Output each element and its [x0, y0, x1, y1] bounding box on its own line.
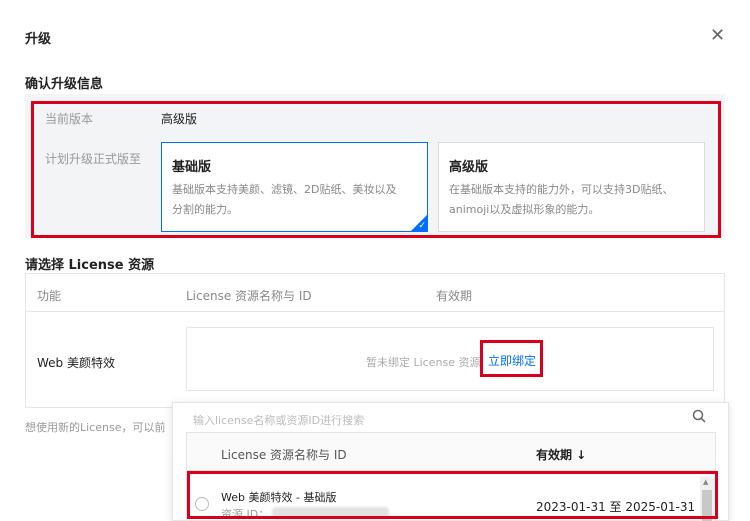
feature-cell: Web 美颜特效 — [37, 356, 115, 370]
dropdown-column-resource: License 资源名称与 ID — [221, 448, 347, 462]
column-header-validity: 有效期 — [436, 289, 473, 303]
column-header-resource: License 资源名称与 ID — [186, 289, 312, 303]
highlight-box-bind — [480, 340, 543, 377]
dialog-title: 升级 — [25, 32, 52, 47]
unbound-text: 暂未绑定 License 资源 — [366, 356, 481, 369]
close-icon[interactable]: ✕ — [710, 26, 725, 46]
license-section-title: 请选择 License 资源 — [25, 258, 155, 273]
license-hint: 想使用新的License，可以前 — [25, 421, 166, 434]
dropdown-column-validity[interactable]: 有效期 ↓ — [536, 446, 586, 463]
highlight-box-license-item — [187, 471, 718, 519]
license-search-input[interactable]: 输入license名称或资源ID进行搜索 — [193, 412, 364, 428]
confirm-section-title: 确认升级信息 — [25, 77, 104, 92]
table-divider — [25, 311, 725, 312]
column-header-feature: 功能 — [37, 289, 62, 303]
search-icon[interactable] — [692, 409, 706, 426]
highlight-box-confirm — [31, 101, 721, 238]
